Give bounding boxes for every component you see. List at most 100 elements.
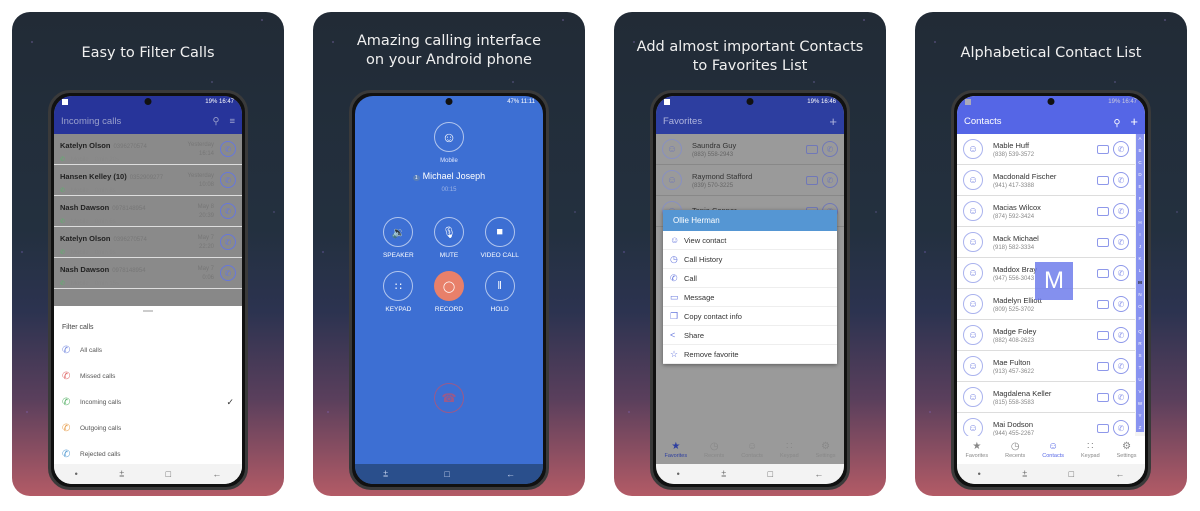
search-icon[interactable]: ⚲	[212, 116, 219, 127]
tab-favorites[interactable]: ★ Favorites	[965, 441, 988, 459]
index-letter[interactable]: F	[1139, 196, 1142, 201]
tab-settings[interactable]: ⚙ Settings	[816, 441, 836, 459]
menu-item-call-history[interactable]: ◷ Call History	[663, 250, 837, 269]
menu-item-view-contact[interactable]: ☺ View contact	[663, 231, 837, 250]
call-control-speaker[interactable]: 🔉 SPEAKER	[373, 217, 424, 259]
index-letter[interactable]: G	[1138, 208, 1142, 213]
index-letter[interactable]: A	[1138, 136, 1141, 141]
index-letter[interactable]: H	[1138, 220, 1141, 225]
back-nav-icon[interactable]: ←	[506, 469, 515, 479]
call-log-row[interactable]: Nash Dawson 0978148954 ✆ Mobile 0min 6s May 8…	[54, 196, 242, 227]
call-log-row[interactable]: Hansen Kelley (10) 0352909277 ✆ Mobile 0min …	[54, 165, 242, 196]
tab-contacts[interactable]: ☺ Contacts	[741, 441, 763, 459]
index-letter[interactable]: B	[1138, 148, 1141, 153]
add-favorite-button[interactable]: +	[829, 114, 837, 129]
index-letter[interactable]: D	[1138, 172, 1141, 177]
tab-settings[interactable]: ⚙ Settings	[1117, 441, 1137, 459]
call-button[interactable]: ✆	[1113, 389, 1129, 405]
menu-item-message[interactable]: ▭ Message	[663, 288, 837, 307]
tab-recents[interactable]: ◷ Recents	[704, 441, 724, 459]
sheet-handle[interactable]	[143, 310, 153, 312]
message-icon[interactable]	[806, 144, 818, 154]
index-letter[interactable]: W	[1138, 401, 1142, 406]
index-letter[interactable]: K	[1138, 256, 1141, 261]
index-letter[interactable]: R	[1138, 341, 1141, 346]
call-back-button[interactable]: ✆	[220, 234, 236, 250]
index-letter[interactable]: S	[1138, 353, 1141, 358]
contact-row[interactable]: ☺ Macdonald Fischer (941) 417-3388 ✆	[957, 165, 1135, 196]
favorite-row[interactable]: ☺ Saundra Guy (883) 558-2943 ✆	[656, 134, 844, 165]
index-letter[interactable]: Z	[1139, 425, 1142, 430]
index-letter[interactable]: T	[1139, 365, 1142, 370]
filter-option[interactable]: ✆ Incoming calls ✓	[62, 389, 234, 415]
filter-option[interactable]: ✆ Missed calls	[62, 363, 234, 389]
call-log-row[interactable]: Katelyn Olson 0396270574 ✆ Mobile 0min 20s Ye…	[54, 134, 242, 165]
recents-nav-icon[interactable]: ⩲	[119, 469, 124, 480]
back-nav-icon[interactable]: ←	[1115, 469, 1124, 479]
call-back-button[interactable]: ✆	[220, 141, 236, 157]
call-button[interactable]: ✆	[1113, 265, 1129, 281]
menu-item-share[interactable]: < Share	[663, 326, 837, 345]
filter-option[interactable]: ✆ All calls	[62, 337, 234, 363]
search-icon[interactable]: ⚲	[1113, 118, 1120, 129]
home-nav-icon[interactable]: □	[768, 469, 773, 479]
tab-contacts[interactable]: ☺ Contacts	[1042, 441, 1064, 459]
menu-item-remove-favorite[interactable]: ☆ Remove favorite	[663, 345, 837, 364]
index-letter[interactable]: P	[1138, 316, 1141, 321]
index-letter[interactable]: E	[1138, 184, 1141, 189]
index-letter[interactable]: Y	[1138, 413, 1141, 418]
tab-keypad[interactable]: ∷ Keypad	[1081, 441, 1100, 459]
home-nav-icon[interactable]: □	[444, 469, 449, 479]
message-icon[interactable]	[1097, 237, 1109, 247]
recents-nav-icon[interactable]: ⩲	[1022, 469, 1027, 480]
recents-nav-icon[interactable]: ⩲	[721, 469, 726, 480]
call-button[interactable]: ✆	[1113, 327, 1129, 343]
call-control-mute[interactable]: 🎙 MUTE	[424, 217, 475, 259]
home-nav-icon[interactable]: □	[166, 469, 171, 479]
index-letter[interactable]: Q	[1138, 329, 1142, 334]
call-button[interactable]: ✆	[822, 141, 838, 157]
message-icon[interactable]	[1097, 361, 1109, 371]
index-letter[interactable]: V	[1138, 389, 1141, 394]
contact-row[interactable]: ☺ Mable Huff (838) 539-3572 ✆	[957, 134, 1135, 165]
menu-item-call[interactable]: ✆ Call	[663, 269, 837, 288]
tab-favorites[interactable]: ★ Favorites	[664, 441, 687, 459]
favorite-row[interactable]: ☺ Raymond Stafford (839) 570-3225 ✆	[656, 165, 844, 196]
call-back-button[interactable]: ✆	[220, 265, 236, 281]
call-log-row[interactable]: Nash Dawson 0978148954 ✆ Mobile 0min 15s May …	[54, 258, 242, 289]
home-nav-icon[interactable]: □	[1069, 469, 1074, 479]
call-control-video-call[interactable]: ■ VIDEO CALL	[474, 217, 525, 259]
message-icon[interactable]	[1097, 392, 1109, 402]
recents-nav-icon[interactable]: ⩲	[383, 469, 388, 480]
index-letter[interactable]: N	[1138, 292, 1141, 297]
contact-row[interactable]: ☺ Mae Fulton (913) 457-3622 ✆	[957, 351, 1135, 382]
call-control-record[interactable]: ◯ RECORD	[424, 271, 475, 313]
index-letter[interactable]: L	[1139, 268, 1142, 273]
contact-row[interactable]: ☺ Magdalena Keller (815) 558-3583 ✆	[957, 382, 1135, 413]
index-letter[interactable]: U	[1138, 377, 1141, 382]
contact-row[interactable]: ☺ Madge Foley (882) 408-2623 ✆	[957, 320, 1135, 351]
index-letter[interactable]: M	[1138, 280, 1142, 285]
contact-row[interactable]: ☺ Mack Michael (918) 582-3334 ✆	[957, 227, 1135, 258]
index-letter[interactable]: J	[1139, 244, 1141, 249]
call-button[interactable]: ✆	[1113, 358, 1129, 374]
call-log-row[interactable]: Katelyn Olson 0396270574 ✆ Mobile 0min 9s May…	[54, 227, 242, 258]
menu-item-copy-contact-info[interactable]: ❐ Copy contact info	[663, 307, 837, 326]
contact-row[interactable]: ☺ Macias Wilcox (874) 592-3424 ✆	[957, 196, 1135, 227]
message-icon[interactable]	[806, 175, 818, 185]
message-icon[interactable]	[1097, 268, 1109, 278]
back-nav-icon[interactable]: ←	[212, 469, 221, 479]
add-contact-button[interactable]: +	[1130, 114, 1138, 129]
message-icon[interactable]	[1097, 423, 1109, 433]
hang-up-button[interactable]: ☎	[434, 383, 464, 413]
call-button[interactable]: ✆	[1113, 420, 1129, 436]
message-icon[interactable]	[1097, 175, 1109, 185]
message-icon[interactable]	[1097, 206, 1109, 216]
call-button[interactable]: ✆	[1113, 296, 1129, 312]
call-button[interactable]: ✆	[1113, 141, 1129, 157]
index-letter[interactable]: C	[1138, 160, 1141, 165]
tab-keypad[interactable]: ∷ Keypad	[780, 441, 799, 459]
call-button[interactable]: ✆	[1113, 172, 1129, 188]
call-back-button[interactable]: ✆	[220, 172, 236, 188]
call-button[interactable]: ✆	[1113, 203, 1129, 219]
